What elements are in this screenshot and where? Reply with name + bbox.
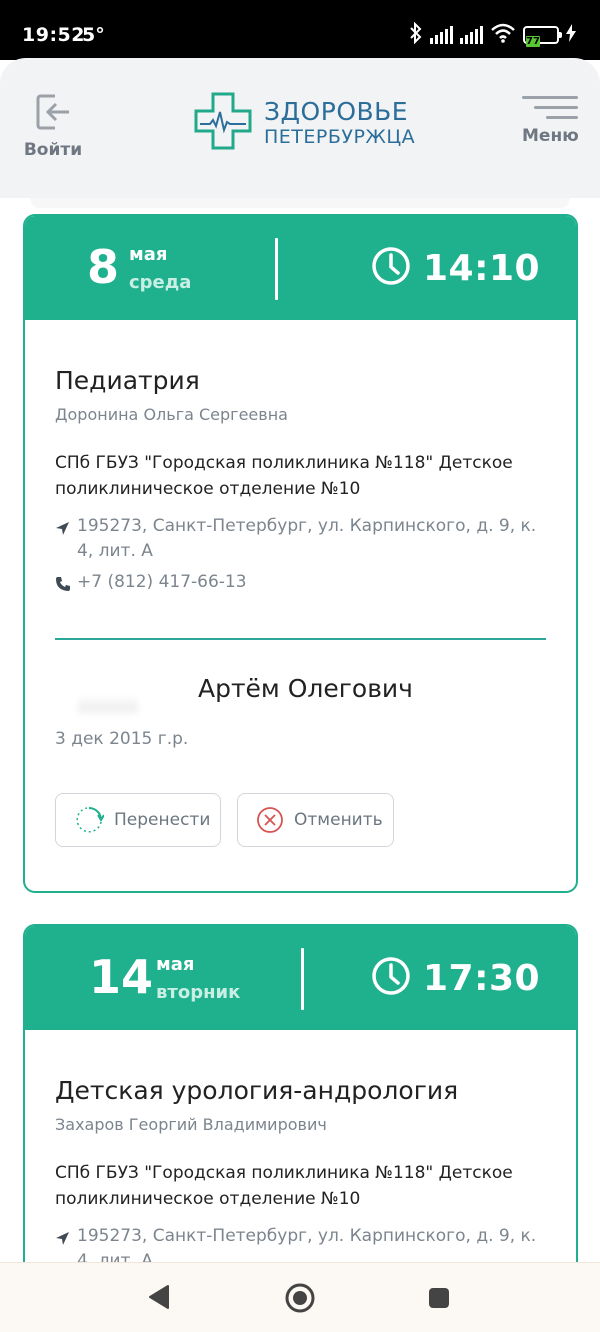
appointment-card-2: 14 мая вторник 17:30 Детская урология-ан… xyxy=(23,924,578,1284)
status-time: 19:52 xyxy=(22,24,85,46)
appointment-weekday-2: вторник xyxy=(156,982,241,1003)
logo-line2: ПЕТЕРБУРЖЦА xyxy=(264,126,416,148)
logo-line1: ЗДОРОВЬЕ xyxy=(264,97,409,126)
signal-icon xyxy=(430,26,453,44)
status-icons: 77 xyxy=(409,21,576,48)
bluetooth-icon xyxy=(409,21,423,48)
hamburger-icon xyxy=(522,96,578,119)
phone-link[interactable]: +7 (812) 417-66-13 xyxy=(77,570,247,595)
section-divider xyxy=(55,638,546,640)
menu-label: Меню xyxy=(522,126,579,146)
phone-row: +7 (812) 417-66-13 xyxy=(55,570,546,600)
appointment-actions: Перенести Отменить xyxy=(55,793,546,847)
signal-icon-2 xyxy=(460,26,483,44)
clock-icon xyxy=(371,246,411,290)
header-shadow xyxy=(30,198,570,208)
reschedule-button[interactable]: Перенести xyxy=(55,793,221,847)
header-divider xyxy=(275,238,278,300)
doctor-name-2: Захаров Георгий Владимирович xyxy=(55,1115,327,1134)
appointment-body: Педиатрия Доронина Ольга Сергеевна СПб Г… xyxy=(25,366,576,847)
app-header: Войти ЗДОРОВЬЕ ПЕТЕРБУРЖЦА Меню xyxy=(0,58,600,198)
system-navigation-bar xyxy=(0,1262,600,1332)
address-text: 195273, Санкт-Петербург, ул. Карпинского… xyxy=(77,516,537,561)
login-label: Войти xyxy=(23,140,83,160)
appointment-day-2: 14 xyxy=(89,950,154,1004)
appointment-weekday: среда xyxy=(129,272,192,293)
header-divider-2 xyxy=(301,948,304,1010)
logo-text: ЗДОРОВЬЕ ПЕТЕРБУРЖЦА xyxy=(264,99,415,147)
appointment-time-group: 14:10 xyxy=(371,246,540,290)
appointment-time: 14:10 xyxy=(423,247,541,289)
login-button[interactable]: Войти xyxy=(22,92,84,160)
charging-icon xyxy=(566,24,576,46)
appointment-body-2: Детская урология-андрология Захаров Геор… xyxy=(25,1076,576,1274)
status-temperature: 5° xyxy=(82,24,105,46)
recents-icon[interactable] xyxy=(427,1286,451,1314)
appointment-header-2: 14 мая вторник 17:30 xyxy=(25,926,576,1030)
battery-icon: 77 xyxy=(523,26,562,47)
location-arrow-icon xyxy=(55,519,77,544)
medical-cross-logo-icon xyxy=(194,92,252,154)
cancel-button[interactable]: Отменить xyxy=(237,793,394,847)
menu-button[interactable]: Меню xyxy=(522,96,579,146)
reschedule-icon xyxy=(74,805,104,835)
appointment-header: 8 мая среда 14:10 xyxy=(25,216,576,320)
wifi-icon xyxy=(490,23,516,47)
appointment-time-group-2: 17:30 xyxy=(371,956,540,1000)
cancel-icon xyxy=(256,806,284,834)
app-logo[interactable]: ЗДОРОВЬЕ ПЕТЕРБУРЖЦА xyxy=(194,92,415,154)
appointment-month-2: мая xyxy=(156,954,195,975)
cancel-label: Отменить xyxy=(294,810,383,830)
clinic-name-2: СПб ГБУЗ "Городская поликлиника №118" Де… xyxy=(55,1163,513,1209)
redacted-surname xyxy=(78,695,138,717)
home-icon[interactable] xyxy=(284,1282,316,1318)
patient-birthdate: 3 дек 2015 г.р. xyxy=(55,729,189,749)
doctor-name: Доронина Ольга Сергеевна xyxy=(55,405,288,424)
appointment-day: 8 xyxy=(87,240,120,294)
appointment-time-2: 17:30 xyxy=(423,957,541,999)
reschedule-label: Перенести xyxy=(114,810,211,830)
appointment-card: 8 мая среда 14:10 Педиатрия Доронина Оль… xyxy=(23,214,578,893)
appointment-month: мая xyxy=(129,244,168,265)
battery-level: 77 xyxy=(526,36,540,47)
specialty-title-2: Детская урология-андрология xyxy=(55,1076,459,1105)
phone-icon xyxy=(55,575,77,600)
back-icon[interactable] xyxy=(146,1283,172,1315)
login-icon xyxy=(33,94,73,136)
location-arrow-icon xyxy=(55,1229,77,1254)
specialty-title: Педиатрия xyxy=(55,366,200,395)
clock-icon xyxy=(371,956,411,1000)
address-row: 195273, Санкт-Петербург, ул. Карпинского… xyxy=(55,514,546,564)
status-bar: 19:52 5° 77 xyxy=(0,0,600,60)
clinic-name: СПб ГБУЗ "Городская поликлиника №118" Де… xyxy=(55,453,513,499)
